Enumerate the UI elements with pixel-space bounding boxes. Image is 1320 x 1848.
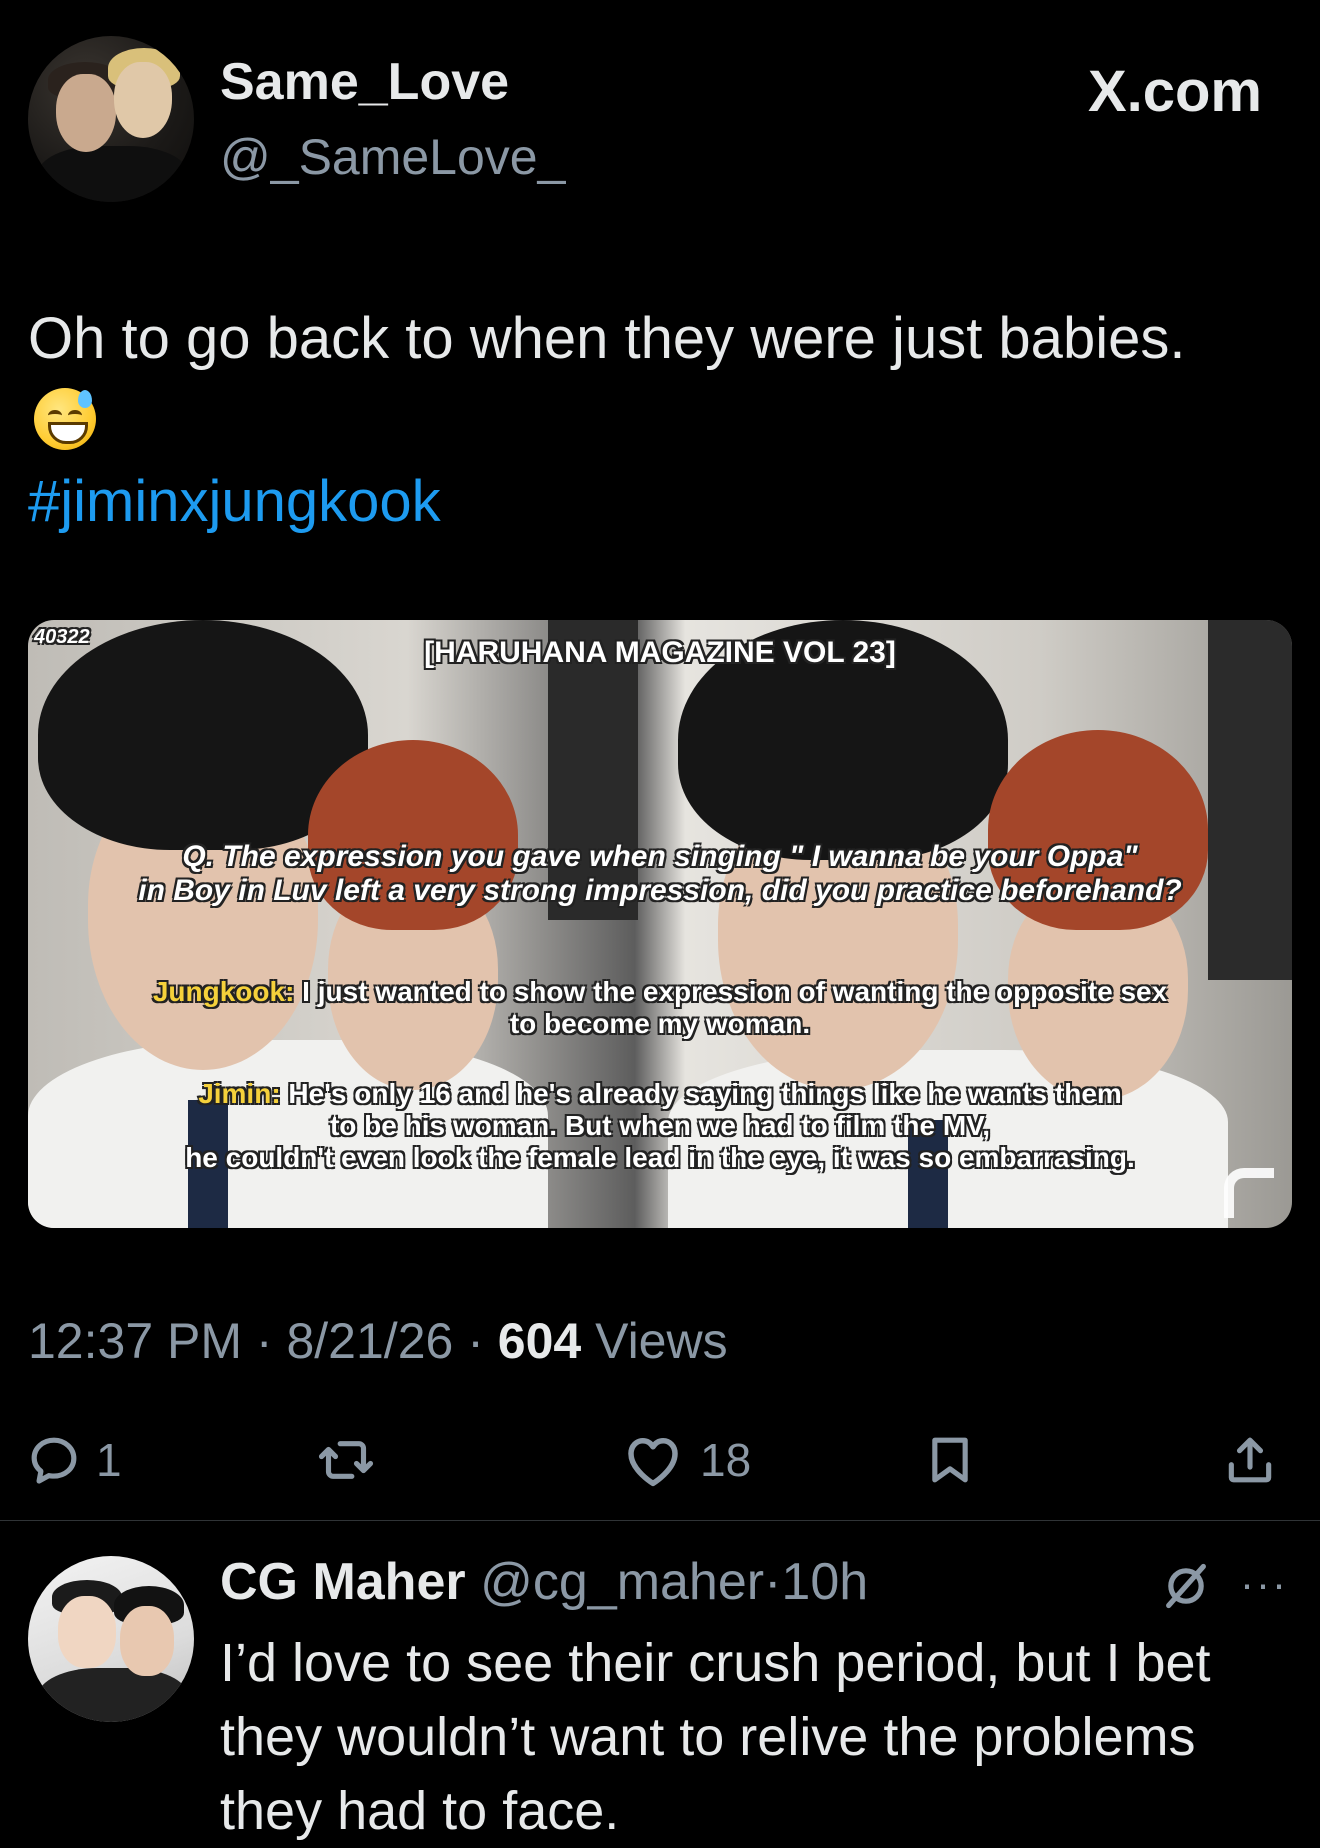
tweet-media-image[interactable]: 40322 [HARUHANA MAGAZINE VOL 23] Q. The … [28,620,1292,1228]
jimin-line1: He's only 16 and he's already saying thi… [280,1078,1122,1109]
reply-time[interactable]: 10h [781,1553,868,1611]
media-jimin-answer: Jimin: He's only 16 and he's already say… [28,1078,1292,1174]
views-count: 604 [497,1313,582,1369]
media-jungkook-answer: Jungkook: I just wanted to show the expr… [28,976,1292,1040]
like-count: 18 [700,1434,752,1486]
brand-label: X.com [1087,59,1262,124]
jimin-line2: to be his woman. But when we had to film… [329,1110,991,1141]
more-options-button[interactable]: ··· [1240,1560,1288,1608]
media-question-line2: in Boy in Luv left a very strong impress… [138,874,1182,907]
tweet-time[interactable]: 12:37 PM [28,1313,242,1369]
reply-text: I’d love to see their crush period, but … [220,1633,1211,1841]
watermark-logo-icon [1224,1168,1274,1218]
jungkook-line2: to become my woman. [509,1008,811,1039]
media-question-line1: Q. The expression you gave when singing … [182,840,1138,873]
bookmark-button[interactable] [922,1420,978,1500]
media-question: Q. The expression you gave when singing … [28,840,1292,908]
reply-author-avatar[interactable] [28,1556,194,1722]
reply-separator: · [764,1553,782,1611]
hashtag-link[interactable]: #jiminxjungkook [28,468,441,535]
like-button[interactable]: 18 [620,1420,751,1500]
tweet-text: Oh to go back to when they were just bab… [28,306,1186,371]
jungkook-line1: I just wanted to show the expression of … [294,976,1168,1007]
sweat-smile-emoji-icon [34,388,96,450]
share-icon [1228,1437,1272,1483]
grok-icon[interactable] [1160,1560,1212,1612]
jimin-line3: he couldn't even look the female lead in… [185,1142,1135,1173]
tweet-date[interactable]: 8/21/26 [286,1313,453,1369]
tweet-meta: 12:37 PM · 8/21/26 · 604 Views [28,1312,728,1370]
reply-icon [31,1437,77,1484]
retweet-icon [318,1441,374,1479]
reply-author-name[interactable]: CG Maher [220,1553,466,1611]
tweet-action-bar: 1 18 [0,1420,1320,1500]
author-avatar[interactable] [28,36,194,202]
reply-button[interactable]: 1 [26,1420,122,1500]
share-button[interactable] [1222,1420,1278,1500]
media-title: [HARUHANA MAGAZINE VOL 23] [424,636,896,669]
bookmark-icon [932,1437,968,1483]
divider [0,1520,1320,1521]
meta-separator: · [255,1313,273,1369]
author-display-name[interactable]: Same_Love [220,52,509,112]
jungkook-label: Jungkook: [152,976,295,1007]
retweet-button[interactable] [318,1420,374,1500]
reply-author-handle[interactable]: @cg_maher [480,1553,764,1611]
like-icon [628,1438,678,1487]
meta-separator: · [467,1313,484,1369]
jimin-label: Jimin: [198,1078,281,1109]
author-handle[interactable]: @_SameLove_ [220,128,565,186]
reply-count: 1 [96,1434,122,1486]
reply-header: CG Maher @cg_maher·10h [220,1552,868,1612]
views-label: Views [595,1313,728,1369]
